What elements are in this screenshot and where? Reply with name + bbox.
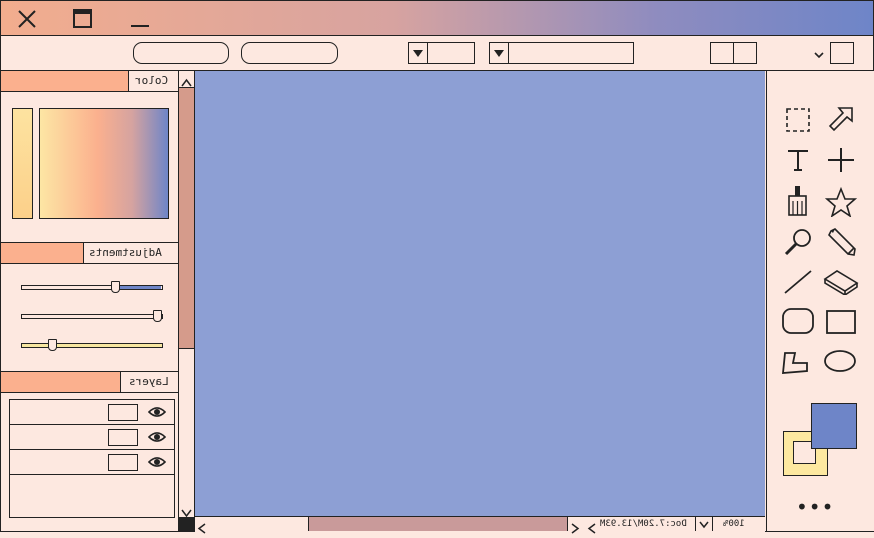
slider-thumb[interactable]: [47, 339, 57, 351]
workspace-box[interactable]: [830, 42, 854, 64]
vertical-scrollbar[interactable]: [179, 71, 195, 518]
chevron-down-icon: [490, 43, 509, 63]
arrow-cursor-icon[interactable]: [827, 105, 855, 137]
layers-panel-title: Layers: [129, 375, 169, 388]
left-panel: Color Adjustments Layers: [1, 71, 179, 531]
hue-strip[interactable]: [12, 108, 33, 219]
layer-row-empty[interactable]: [9, 475, 175, 518]
slider-fill: [22, 344, 162, 347]
adjustments-panel-header: Adjustments: [1, 243, 178, 264]
polygon-icon[interactable]: [781, 349, 811, 379]
maximize-icon[interactable]: [73, 9, 93, 33]
pencil-icon[interactable]: [827, 227, 857, 261]
dropdown-2[interactable]: [489, 42, 634, 64]
toolbar-button-1[interactable]: [133, 42, 229, 64]
eraser-icon[interactable]: [823, 269, 859, 299]
rectangle-icon[interactable]: [825, 309, 857, 339]
star-icon[interactable]: [824, 186, 858, 221]
title-bar: [1, 1, 873, 36]
canvas[interactable]: [195, 71, 765, 517]
slider-2[interactable]: [21, 314, 163, 319]
chevron-down-icon[interactable]: [813, 46, 825, 65]
layer-row[interactable]: [9, 425, 175, 450]
scroll-corner: [179, 517, 195, 532]
scroll-thumb[interactable]: [179, 87, 194, 349]
layer-thumbnail: [108, 429, 138, 446]
toolbar-button-2[interactable]: [241, 42, 338, 64]
layer-thumbnail: [108, 454, 138, 471]
zoom-icon[interactable]: [783, 227, 813, 261]
layer-thumbnail: [108, 404, 138, 421]
horizontal-scroll-thumb[interactable]: [308, 517, 568, 531]
color-picker-field[interactable]: [39, 108, 169, 219]
minimize-icon[interactable]: [129, 9, 151, 33]
layer-row[interactable]: [9, 399, 175, 425]
doc-info-text: Doc:7.20M/13.93M: [600, 519, 687, 529]
ellipse-icon[interactable]: [823, 349, 857, 377]
chevron-left-icon[interactable]: [587, 519, 597, 538]
more-icon[interactable]: •••: [796, 495, 834, 519]
dropdown-1[interactable]: [408, 42, 475, 64]
app-window: Color Adjustments Layers Doc:7.20M/13.93…: [0, 0, 874, 534]
tools-panel: •••: [766, 71, 874, 531]
zoom-dropdown-button[interactable]: [695, 517, 713, 531]
slider-fill: [114, 286, 161, 289]
eye-icon[interactable]: [147, 404, 167, 423]
brush-icon[interactable]: [785, 185, 811, 221]
scroll-right-icon[interactable]: [570, 519, 580, 538]
color-panel-title: Color: [135, 74, 169, 87]
adjustments-panel-title: Adjustments: [89, 246, 162, 259]
foreground-color-swatch[interactable]: [811, 403, 857, 449]
crosshair-icon[interactable]: [827, 147, 855, 177]
chevron-down-icon: [409, 43, 428, 63]
text-tool-icon[interactable]: [785, 147, 811, 177]
color-panel-tab[interactable]: [1, 71, 129, 91]
rounded-rect-icon[interactable]: [781, 307, 815, 339]
view-toggle-right[interactable]: [733, 42, 757, 64]
close-icon[interactable]: [17, 9, 37, 33]
slider-thumb[interactable]: [153, 310, 162, 322]
eye-icon[interactable]: [147, 454, 167, 473]
layer-row[interactable]: [9, 450, 175, 475]
line-icon[interactable]: [783, 269, 813, 299]
layers-panel-header: Layers: [1, 372, 178, 393]
bottom-bar: Doc:7.20M/13.93M 100%: [195, 517, 765, 534]
marquee-select-icon[interactable]: [785, 107, 811, 137]
slider-thumb[interactable]: [110, 281, 120, 293]
view-toggle-left[interactable]: [710, 42, 734, 64]
eye-icon[interactable]: [147, 429, 167, 448]
color-panel-header: Color: [1, 71, 178, 92]
adjustments-panel-tab[interactable]: [1, 243, 84, 263]
zoom-level: 100%: [723, 519, 745, 529]
options-toolbar: [1, 36, 873, 71]
layers-panel-tab[interactable]: [1, 372, 121, 392]
scroll-left-icon[interactable]: [197, 519, 207, 538]
